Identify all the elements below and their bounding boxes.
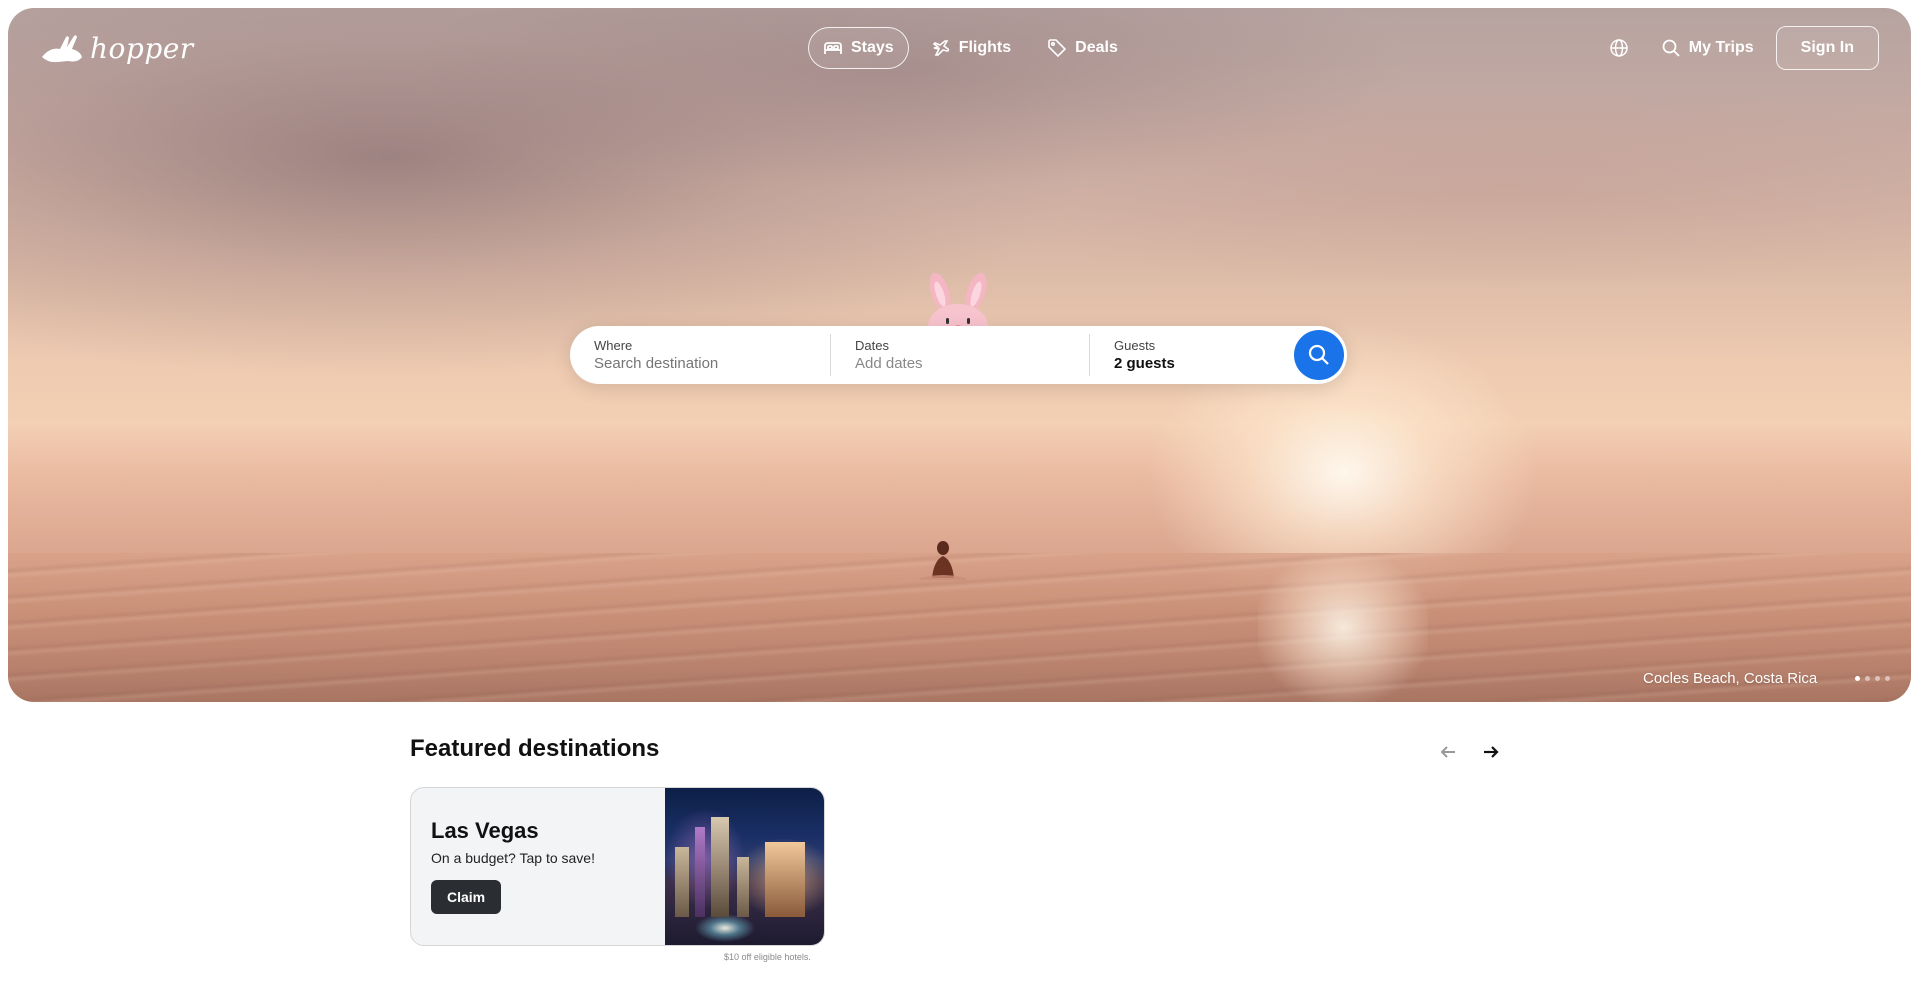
my-trips-label: My Trips bbox=[1688, 39, 1754, 56]
dates-label: Dates bbox=[855, 338, 889, 353]
dates-field[interactable]: Dates Add dates bbox=[830, 334, 1089, 376]
dates-placeholder: Add dates bbox=[855, 355, 923, 372]
slide-indicator bbox=[1855, 676, 1890, 681]
globe-icon bbox=[1610, 39, 1628, 57]
tag-icon bbox=[1048, 39, 1067, 58]
where-field[interactable]: Where bbox=[570, 334, 830, 376]
destination-image bbox=[665, 788, 824, 945]
tab-deals[interactable]: Deals bbox=[1033, 27, 1132, 69]
card-subtitle: On a budget? Tap to save! bbox=[431, 850, 595, 866]
arrow-left-icon bbox=[1440, 746, 1455, 758]
slide-dot[interactable] bbox=[1865, 676, 1870, 681]
nav-actions: My Trips Sign In bbox=[1599, 26, 1879, 70]
destination-input[interactable] bbox=[594, 355, 810, 372]
search-button[interactable] bbox=[1294, 330, 1344, 380]
destination-card[interactable]: Las Vegas On a budget? Tap to save! Clai… bbox=[410, 787, 825, 946]
top-nav: hopper Stays Flights Deals My Trips Sign… bbox=[8, 8, 1911, 88]
card-disclaimer: $10 off eligible hotels. bbox=[724, 952, 811, 962]
category-tabs: Stays Flights Deals bbox=[808, 27, 1132, 69]
guests-value: 2 guests bbox=[1114, 355, 1175, 372]
sign-in-button[interactable]: Sign In bbox=[1775, 26, 1879, 70]
language-button[interactable] bbox=[1599, 28, 1639, 68]
search-bar: Where Dates Add dates Guests 2 guests bbox=[570, 326, 1347, 384]
hopper-logo[interactable]: hopper bbox=[40, 32, 194, 65]
carousel-next-button[interactable] bbox=[1476, 740, 1506, 764]
sun-reflection bbox=[1258, 553, 1428, 702]
bunny-logo-icon bbox=[42, 34, 82, 62]
hero-caption: Cocles Beach, Costa Rica bbox=[1643, 670, 1818, 687]
claim-button[interactable]: Claim bbox=[431, 880, 502, 914]
plane-icon bbox=[932, 40, 949, 56]
card-body: Las Vegas On a budget? Tap to save! Clai… bbox=[431, 818, 595, 914]
tab-label: Deals bbox=[1075, 39, 1118, 56]
tab-label: Stays bbox=[851, 39, 894, 56]
tab-flights[interactable]: Flights bbox=[917, 27, 1025, 69]
card-title: Las Vegas bbox=[431, 818, 539, 843]
guests-field[interactable]: Guests 2 guests bbox=[1089, 334, 1289, 376]
bed-icon bbox=[824, 42, 842, 54]
arrow-right-icon bbox=[1484, 746, 1499, 758]
featured-destinations-heading: Featured destinations bbox=[410, 735, 660, 762]
search-icon bbox=[1662, 39, 1680, 57]
tab-stays[interactable]: Stays bbox=[808, 27, 909, 69]
guests-label: Guests bbox=[1114, 338, 1156, 353]
search-icon bbox=[1308, 344, 1329, 365]
slide-dot[interactable] bbox=[1885, 676, 1890, 681]
logo-wordmark: hopper bbox=[90, 32, 194, 65]
slide-dot[interactable] bbox=[1855, 676, 1860, 681]
where-label: Where bbox=[594, 338, 633, 353]
surfer-silhouette bbox=[920, 541, 966, 580]
carousel-prev-button[interactable] bbox=[1433, 740, 1463, 764]
my-trips-link[interactable]: My Trips bbox=[1661, 38, 1754, 58]
slide-dot[interactable] bbox=[1875, 676, 1880, 681]
tab-label: Flights bbox=[958, 39, 1012, 56]
